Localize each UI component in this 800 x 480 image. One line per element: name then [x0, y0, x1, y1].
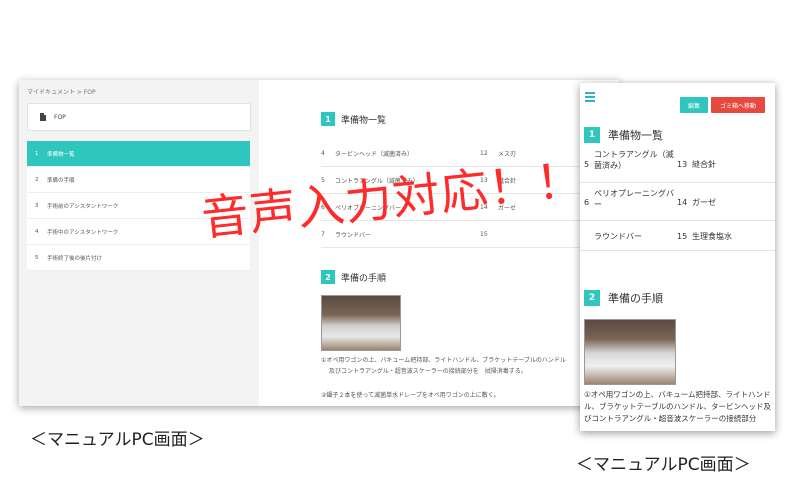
section-heading: 2 準備の手順 [584, 290, 663, 306]
desktop-screenshot: マイドキュメント > FOP FOP 1 準備物一覧 2 準備の手順 3 手術前… [19, 80, 619, 406]
document-icon [40, 113, 46, 121]
nav-item-label: 準備の手順 [47, 177, 75, 184]
breadcrumb[interactable]: マイドキュメント > FOP [27, 87, 96, 96]
nav-item-number: 2 [35, 176, 39, 183]
caption-right: ＜マニュアルPC画面＞ [576, 455, 751, 475]
nav-item-label: 準備物一覧 [47, 151, 75, 158]
hamburger-menu-icon[interactable] [585, 92, 595, 104]
section-heading: 2 準備の手順 [321, 270, 386, 284]
document-title: FOP [54, 113, 66, 121]
section-number: 1 [321, 112, 335, 126]
section-title: 準備の手順 [341, 273, 387, 284]
nav-item-number: 4 [35, 228, 39, 235]
item-name: 縫合針 [692, 160, 716, 169]
nav-item-label: 手術前のアシスタントワーク [47, 203, 119, 210]
item-number: 14 [677, 198, 688, 207]
section-number: 2 [321, 270, 335, 284]
nav-item-number: 1 [35, 150, 39, 157]
section-title: 準備物一覧 [608, 129, 663, 142]
move-to-trash-button[interactable]: ゴミ箱へ移動 [711, 97, 765, 113]
list-item: 5 コントラアングル（滅菌済み） 13 縫合針 [580, 145, 775, 183]
step-text: 及びコントラアングル・超音波スケーラーの接続部分を 拭掃消毒する。 [329, 368, 527, 375]
nav-item-1[interactable]: 1 準備物一覧 [27, 141, 250, 167]
caption-left: ＜マニュアルPC画面＞ [30, 430, 205, 450]
nav-item-label: 手術終了後の後片付け [47, 255, 103, 262]
section-heading: 1 準備物一覧 [584, 127, 663, 143]
item-number: 5 [584, 160, 590, 169]
section-number: 1 [584, 127, 600, 143]
section-title: 準備物一覧 [341, 115, 387, 126]
table-cell: 4 [321, 140, 335, 167]
procedure-photo [584, 319, 676, 385]
list-item: 6 ペリオプレーニングバー 14 ガーゼ [580, 183, 775, 221]
item-name: ペリオプレーニングバー [594, 189, 674, 209]
item-number: 13 [677, 160, 688, 169]
item-name: ガーゼ [692, 198, 716, 207]
table-cell: 15 [480, 220, 498, 248]
desktop-main: 1 準備物一覧 4 タービンヘッド（滅菌済み） 12 メス刃 5 コントラアング… [259, 80, 619, 406]
mobile-screenshot: 編集 ゴミ箱へ移動 1 準備物一覧 5 コントラアングル（滅菌済み） 13 縫合… [580, 83, 775, 431]
step-text: ②鑷子２本を使って滅菌単水ドレープをオペ用ワゴンの上に敷く。 [321, 392, 500, 399]
step-text: ①オペ用ワゴンの上、バキューム把持部、ライトハンドル、ブラケットテーブルのハンド… [584, 390, 772, 423]
nav-item-label: 手術中のアシスタントワーク [47, 229, 119, 236]
nav-item-number: 3 [35, 202, 39, 209]
document-card[interactable]: FOP [27, 103, 251, 131]
item-name: ラウンドバー [594, 232, 642, 241]
step-text: ①オペ用ワゴンの上、バキューム把持部、ライトハンドル、ブラケットテーブルのハンド… [321, 357, 566, 364]
section-number: 2 [584, 290, 600, 306]
item-number: 15 [677, 232, 688, 241]
edit-button[interactable]: 編集 [680, 97, 708, 113]
list-item: ラウンドバー 15 生理食塩水 [580, 221, 775, 251]
item-name: 生理食塩水 [692, 232, 732, 241]
section-heading: 1 準備物一覧 [321, 112, 386, 126]
section-title: 準備の手順 [608, 292, 663, 305]
item-name: コントラアングル（滅菌済み） [594, 150, 674, 170]
procedure-photo [321, 295, 401, 351]
nav-item-number: 5 [35, 254, 39, 261]
nav-item-5[interactable]: 5 手術終了後の後片付け [27, 245, 250, 271]
